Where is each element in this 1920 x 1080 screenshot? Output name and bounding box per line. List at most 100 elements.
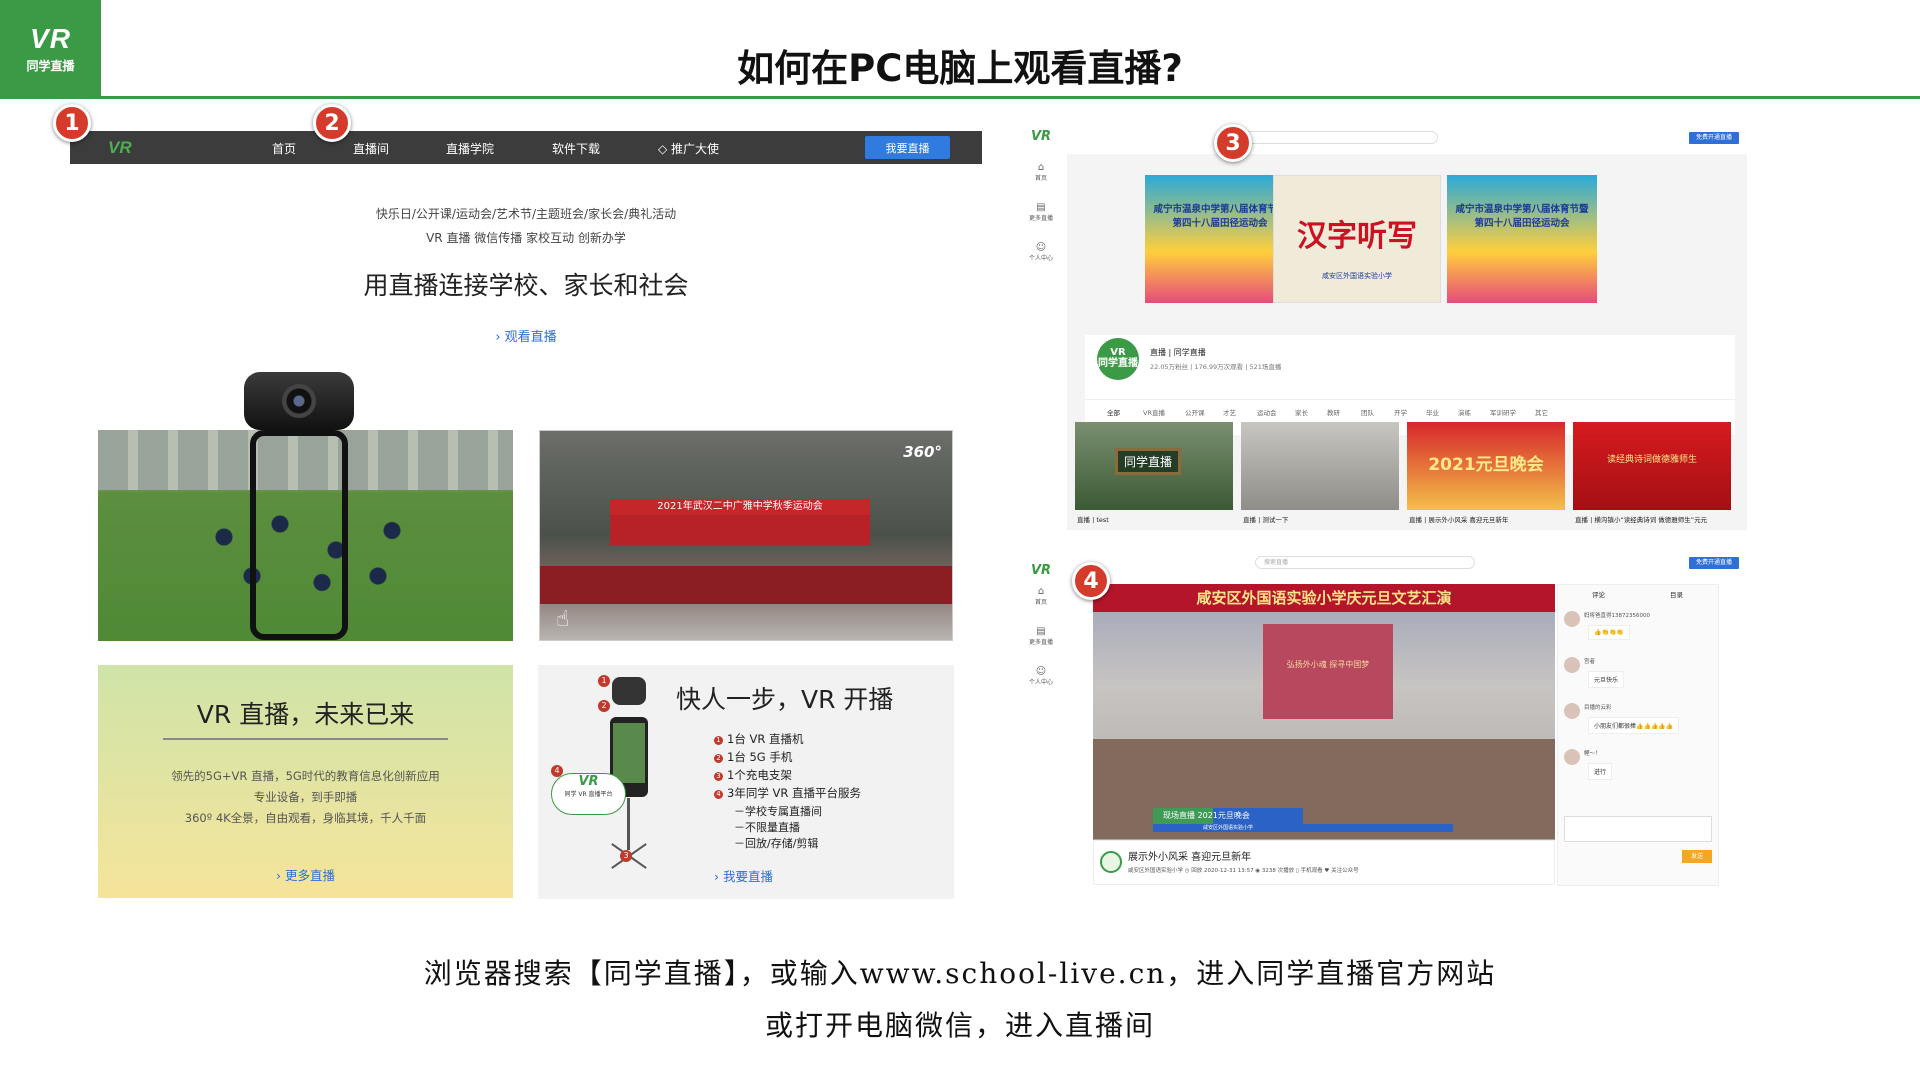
package-item: 4 3年同学 VR 直播平台服务 bbox=[714, 785, 861, 801]
sidebar-label: 更多直播 bbox=[1028, 639, 1053, 646]
lower-third: 现场直播 2021元旦晚会 bbox=[1153, 808, 1303, 824]
nav-logo[interactable]: VR bbox=[108, 138, 132, 158]
stage-table bbox=[540, 566, 952, 604]
tab-class[interactable]: 公开课 bbox=[1185, 407, 1205, 417]
package-item: 3 1个充电支架 bbox=[714, 767, 792, 783]
vr-camera bbox=[244, 372, 354, 430]
sidebar-item-more[interactable]: ▤ 更多直播 bbox=[1015, 626, 1067, 646]
sidebar-logo[interactable]: VR bbox=[1015, 129, 1067, 144]
sidebar-logo[interactable]: VR bbox=[1015, 563, 1067, 578]
tab-sports[interactable]: 运动会 bbox=[1257, 407, 1277, 417]
video-thumb[interactable] bbox=[1241, 422, 1399, 510]
user-icon: ☺ bbox=[1035, 666, 1047, 677]
sidebar-item-home[interactable]: ⌂ 首页 bbox=[1015, 162, 1067, 182]
chevron-right-icon: › bbox=[495, 330, 505, 345]
tab-drill[interactable]: 演练 bbox=[1458, 407, 1471, 417]
comment: 妈将爸直得13872356000 👍👏👏👏 bbox=[1564, 611, 1650, 640]
go-live-link[interactable]: › 我要直播 bbox=[714, 866, 773, 885]
tripod-pole bbox=[627, 798, 630, 850]
sidebar-item-profile[interactable]: ☺ 个人中心 bbox=[1015, 666, 1067, 686]
video-player[interactable]: 咸安区外国语实验小学庆元旦文艺汇演 弘扬外小魂 探寻中国梦 现场直播 2021元… bbox=[1093, 584, 1555, 840]
video-title[interactable]: 直播 | 横沟镇小“读经典诗词 做德雅师生”元元 bbox=[1575, 514, 1730, 524]
card-title: VR 直播，未来已来 bbox=[196, 700, 415, 729]
tab-all[interactable]: 全部 bbox=[1107, 407, 1120, 417]
go-live-button[interactable]: 我要直播 bbox=[865, 136, 950, 159]
sidebar-label: 个人中心 bbox=[1028, 255, 1053, 262]
thumb-text: 2021元旦晚会 bbox=[1428, 455, 1544, 475]
topbar: 搜索直播 免费开通直播 bbox=[1067, 120, 1747, 154]
video-info: 展示外小风采 喜迎元旦新年 咸安区外国语实验小学 ◷ 回放 2020-12-31… bbox=[1093, 840, 1555, 885]
video-title[interactable]: 直播 | test bbox=[1077, 514, 1232, 524]
event-banner: 2021年武汉二中广雅中学秋季运动会 bbox=[610, 499, 870, 515]
cloud-mark: VR bbox=[578, 774, 599, 789]
sidebar-item-profile[interactable]: ☺ 个人中心 bbox=[1015, 242, 1067, 262]
sidebar-label: 首页 bbox=[1034, 599, 1047, 606]
tab-other[interactable]: 其它 bbox=[1535, 407, 1548, 417]
nav-academy[interactable]: 直播学院 bbox=[446, 140, 494, 157]
caption-line-1: 浏览器搜索【同学直播】，或输入www.school-live.cn，进入同学直播… bbox=[423, 957, 1497, 990]
tab-graduation[interactable]: 毕业 bbox=[1426, 407, 1439, 417]
comment-text: 小朋友们都很棒👍👍👍👍👍 bbox=[1588, 717, 1680, 734]
sidebar-item-home[interactable]: ⌂ 首页 bbox=[1015, 586, 1067, 606]
stage-banner: 咸安区外国语实验小学庆元旦文艺汇演 bbox=[1093, 584, 1555, 612]
tab-vr[interactable]: VR直播 bbox=[1143, 407, 1165, 417]
cloud-label: 同学 VR 直播平台 bbox=[564, 791, 613, 798]
more-live-link[interactable]: › 更多直播 bbox=[98, 865, 513, 884]
vr-camera-small bbox=[612, 677, 646, 705]
carousel-slide-active[interactable]: 汉字听写咸安区外国语实验小学 bbox=[1273, 175, 1441, 303]
send-button[interactable]: 发送 bbox=[1682, 850, 1712, 863]
card-line-1: 领先的5G+VR 直播，5G时代的教育信息化创新应用 bbox=[171, 769, 440, 783]
video-thumb[interactable]: 2021元旦晚会 bbox=[1407, 422, 1565, 510]
watch-live-link[interactable]: › 观看直播 bbox=[70, 326, 982, 345]
sidebar-item-more[interactable]: ▤ 更多直播 bbox=[1015, 202, 1067, 222]
card-title: 快人一步，VR 开播 bbox=[676, 685, 894, 714]
video-thumb[interactable]: 读经典诗词做德雅师生 bbox=[1573, 422, 1731, 510]
video-thumb[interactable]: 同学直播 bbox=[1075, 422, 1233, 510]
avatar bbox=[1564, 749, 1580, 765]
sidebar: VR ⌂ 首页 ▤ 更多直播 ☺ 个人中心 bbox=[1015, 120, 1067, 530]
open-live-button[interactable]: 免费开通直播 bbox=[1689, 557, 1739, 569]
live-room-screenshot: VR ⌂ 首页 ▤ 更多直播 ☺ 个人中心 搜索直播 免费开通直播 咸安区外国语实验小… bbox=[1015, 554, 1747, 895]
nav-home[interactable]: 首页 bbox=[272, 140, 296, 157]
nav-ambassador[interactable]: ◇ 推广大使 bbox=[658, 140, 719, 157]
channel-avatar[interactable]: VR 同学直播 bbox=[1097, 338, 1139, 380]
platform-cloud-icon: VR 同学 VR 直播平台 bbox=[551, 773, 626, 815]
carousel-slide[interactable]: 咸宁市温泉中学第八届体育节暨第四十八届田径运动会 bbox=[1447, 175, 1597, 303]
sidebar-label: 个人中心 bbox=[1028, 679, 1053, 686]
comment-input[interactable] bbox=[1564, 816, 1712, 842]
card-divider bbox=[163, 738, 448, 740]
video-title[interactable]: 直播 | 测试一下 bbox=[1243, 514, 1398, 524]
search-input[interactable]: 搜索直播 bbox=[1255, 556, 1475, 569]
tab-opening[interactable]: 开学 bbox=[1394, 407, 1407, 417]
tab-team[interactable]: 团队 bbox=[1361, 407, 1374, 417]
nav-download[interactable]: 软件下载 bbox=[552, 140, 600, 157]
tab-talent[interactable]: 才艺 bbox=[1223, 407, 1236, 417]
slide-title: 汉字听写 bbox=[1297, 219, 1417, 254]
sports-meet-photo[interactable]: 2021年武汉二中广雅中学秋季运动会 360° ☝ bbox=[539, 430, 953, 641]
slide-title: 咸宁市温泉中学第八届体育节暨第四十八届田径运动会 bbox=[1455, 204, 1589, 229]
part-number: 2 bbox=[598, 700, 610, 712]
panel-tabs: 评论 目录 bbox=[1558, 585, 1718, 601]
video-title[interactable]: 直播 | 展示外小风采 喜迎元旦新年 bbox=[1409, 514, 1564, 524]
tab-comments[interactable]: 评论 bbox=[1592, 589, 1605, 599]
tab-catalog[interactable]: 目录 bbox=[1670, 589, 1683, 599]
open-live-button[interactable]: 免费开通直播 bbox=[1689, 132, 1739, 144]
page-title: 如何在PC电脑上观看直播? bbox=[737, 47, 1183, 90]
tab-training[interactable]: 军训研学 bbox=[1490, 407, 1516, 417]
nav-ambassador-label: 推广大使 bbox=[671, 142, 720, 156]
channel-stats: 22.05万粉丝 | 176.99万次观看 | 521场直播 bbox=[1150, 363, 1282, 371]
tab-research[interactable]: 教研 bbox=[1327, 407, 1340, 417]
lower-third-sub: 咸安区外国语实验小学 bbox=[1153, 824, 1453, 832]
home-icon: ⌂ bbox=[1037, 586, 1045, 597]
user-icon: ☺ bbox=[1035, 242, 1047, 253]
banner-slogans bbox=[610, 515, 870, 545]
360-badge-icon: 360° bbox=[903, 443, 942, 461]
tab-parents[interactable]: 家长 bbox=[1295, 407, 1308, 417]
nav-live-room[interactable]: 直播间 bbox=[353, 140, 389, 157]
comment-text: 元旦快乐 bbox=[1588, 671, 1625, 688]
camera-lens bbox=[282, 384, 316, 418]
channel-name: 直播 | 同学直播 bbox=[1150, 348, 1206, 357]
comment: 鲤～！ 迸行 bbox=[1564, 749, 1613, 780]
slide-subtitle: 咸安区外国语实验小学 bbox=[1322, 272, 1392, 280]
step-marker-1: 1 bbox=[53, 104, 91, 142]
